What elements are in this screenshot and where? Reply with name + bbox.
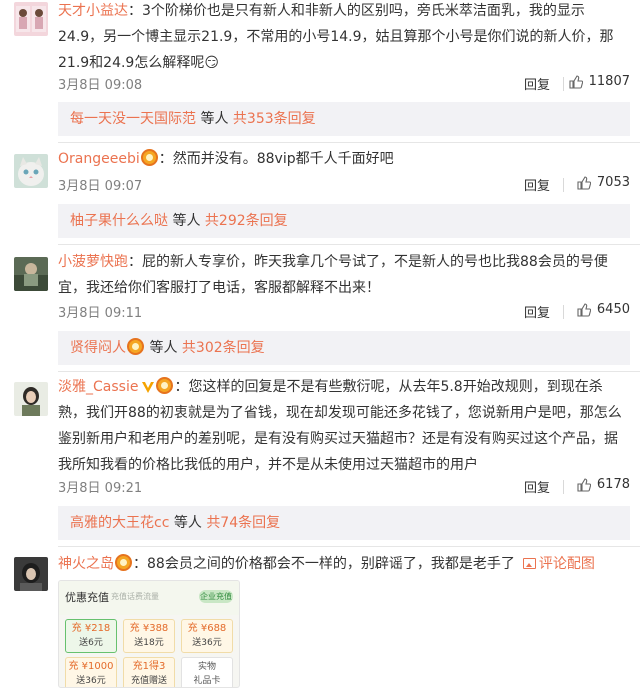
reply-button[interactable]: 回复: [524, 477, 550, 496]
recharge-tile: 充 ¥688 送36元: [181, 619, 233, 653]
like-button[interactable]: 6178: [577, 477, 630, 492]
like-count: 6450: [596, 302, 630, 317]
divider: [563, 305, 564, 319]
image-icon: [522, 558, 536, 569]
comment-username[interactable]: 神火之岛: [58, 556, 114, 572]
recharge-tile: 充 ¥388 送18元: [123, 619, 175, 653]
comment-image[interactable]: 优惠充值 充值话费流量 企业充值 充 ¥218 送6元 充 ¥388 送18元 …: [58, 580, 240, 688]
comment-time: 3月8日 09:08: [58, 78, 143, 93]
smirk-emoji: 😏: [204, 55, 219, 71]
embed-header: 优惠充值 充值话费流量 企业充值: [59, 581, 239, 615]
divider: [58, 142, 640, 143]
comment-meta: 3月8日 09:07 回复 7053: [58, 175, 630, 195]
comment-feed: 天才小益达：3个阶梯价也是只有新人和非新人的区别吗，旁氏米萃洁面乳，我的显示24…: [0, 0, 640, 688]
divider: [58, 546, 640, 547]
comment-content: 88会员之间的价格都会不一样的，别辟谣了，我都是老手了: [147, 556, 515, 572]
reply-user-link[interactable]: 每一天没一天国际范: [70, 111, 196, 127]
thumbs-up-icon: [577, 302, 591, 317]
divider: [563, 480, 564, 494]
recharge-tile: 充 ¥218 送6元: [65, 619, 117, 653]
sub-replies-bar[interactable]: 柚子果什么么哒 等人 共292条回复: [58, 204, 630, 238]
comment-meta: 3月8日 09:11 回复 6450: [58, 302, 630, 322]
like-count: 7053: [596, 175, 630, 190]
reply-user-link[interactable]: 柚子果什么么哒: [70, 213, 168, 229]
replies-count-link[interactable]: 共292条回复: [205, 213, 288, 229]
sub-replies-bar[interactable]: 每一天没一天国际范 等人 共353条回复: [58, 102, 630, 136]
replies-count-link[interactable]: 共74条回复: [206, 515, 280, 531]
replies-count-link[interactable]: 共302条回复: [182, 340, 265, 356]
comment-meta: 3月8日 09:08 回复 11807: [58, 74, 630, 94]
comment-username[interactable]: 天才小益达: [58, 3, 128, 19]
embed-tag: 企业充值: [199, 590, 233, 603]
like-count: 6178: [596, 477, 630, 492]
avatar[interactable]: [14, 557, 48, 591]
comment-username[interactable]: 淡雅_Cassie: [58, 379, 138, 395]
replies-count-link[interactable]: 共353条回复: [233, 111, 316, 127]
like-count: 11807: [588, 74, 630, 89]
verified-v-icon: [142, 382, 155, 393]
comment-content: 3个阶梯价也是只有新人和非新人的区别吗，旁氏米萃洁面乳，我的显示24.9，另一个…: [58, 3, 614, 71]
comment-text: Orangeeebi ：然而并没有。88vip都千人千面好吧: [58, 149, 394, 167]
thumbs-up-icon: [577, 175, 591, 190]
embed-subtitle: 充值话费流量: [111, 592, 159, 601]
recharge-tile: 充 ¥1000 送36元: [65, 657, 117, 687]
recharge-tile: 充1得3 充值赠送: [123, 657, 175, 687]
like-button[interactable]: 7053: [577, 175, 630, 190]
avatar[interactable]: [14, 154, 48, 188]
comment-text: 小菠萝快跑：屁的新人专享价，昨天我拿几个号试了，不是新人的号也比我88会员的号便…: [58, 254, 608, 296]
divider: [58, 371, 640, 372]
member-badge-icon: [140, 149, 158, 166]
member-badge-icon: [127, 338, 144, 355]
member-badge-icon: [156, 377, 174, 394]
reply-user-link[interactable]: 高雅的大王花cc: [70, 515, 169, 531]
comment-username[interactable]: Orangeeebi: [58, 151, 140, 167]
comment-meta: 3月8日 09:21 回复 6178: [58, 477, 630, 497]
avatar[interactable]: [14, 257, 48, 291]
reply-button[interactable]: 回复: [524, 175, 550, 194]
member-badge-icon: [115, 554, 132, 571]
divider: [58, 244, 640, 245]
sub-replies-bar[interactable]: 高雅的大王花cc 等人 共74条回复: [58, 506, 630, 540]
embed-title: 优惠充值: [65, 591, 109, 604]
comment-image-link[interactable]: 评论配图: [522, 556, 595, 572]
comment-time: 3月8日 09:11: [58, 306, 143, 321]
reply-user-link[interactable]: 贤得闷人: [70, 340, 126, 356]
comment-time: 3月8日 09:07: [58, 179, 143, 194]
like-button[interactable]: 6450: [577, 302, 630, 317]
comment-text: 天才小益达：3个阶梯价也是只有新人和非新人的区别吗，旁氏米萃洁面乳，我的显示24…: [58, 3, 614, 71]
divider: [563, 77, 564, 91]
gift-card-tile: 实物 礼品卡: [181, 657, 233, 687]
reply-button[interactable]: 回复: [524, 74, 550, 93]
comment-text: 淡雅_Cassie ：您这样的回复是不是有些敷衍呢，从去年5.8开始改规则，到现在…: [58, 377, 622, 473]
sub-replies-bar[interactable]: 贤得闷人 等人 共302条回复: [58, 331, 630, 365]
like-button[interactable]: 11807: [569, 74, 630, 89]
comment-content: 然而并没有。88vip都千人千面好吧: [172, 151, 394, 167]
comment-username[interactable]: 小菠萝快跑: [58, 254, 128, 270]
comment-time: 3月8日 09:21: [58, 481, 143, 496]
thumbs-up-icon: [569, 74, 583, 89]
reply-button[interactable]: 回复: [524, 302, 550, 321]
comment-text: 神火之岛 ：88会员之间的价格都会不一样的，别辟谣了，我都是老手了 评论配图: [58, 554, 595, 572]
divider: [563, 178, 564, 192]
avatar[interactable]: [14, 382, 48, 416]
thumbs-up-icon: [577, 477, 591, 492]
avatar[interactable]: [14, 2, 48, 36]
